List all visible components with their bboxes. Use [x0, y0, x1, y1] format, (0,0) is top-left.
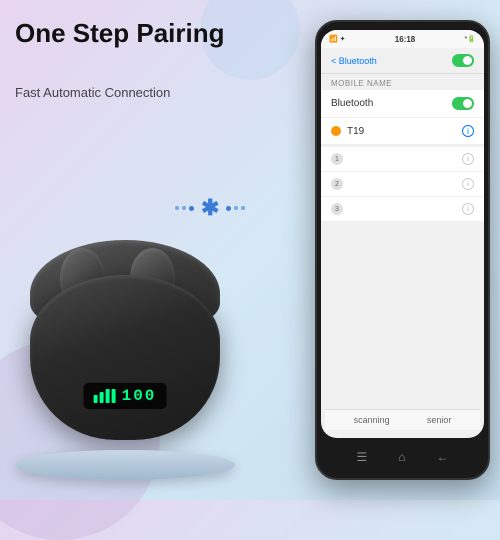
nav-menu-icon[interactable]: ☰ — [356, 450, 367, 464]
other-device-info-2[interactable]: i — [462, 178, 474, 190]
scanning-label: scanning — [354, 415, 390, 425]
signal-icon: 📶 ✦ — [329, 35, 346, 43]
bluetooth-header: < Bluetooth — [321, 48, 484, 74]
dot-2 — [182, 206, 186, 210]
phone-bottom-nav: ☰ ⌂ ← — [321, 442, 484, 472]
battery-percentage: 100 — [122, 387, 157, 405]
status-bar: 📶 ✦ 16:18 *🔋 — [321, 30, 484, 48]
other-device-row-1[interactable]: 1 i — [321, 147, 484, 172]
dot-1 — [175, 206, 179, 210]
display-platform — [15, 450, 235, 480]
dot-5 — [234, 206, 238, 210]
nav-back-icon[interactable]: ← — [436, 450, 448, 464]
device-t19-row[interactable]: T19 i — [321, 118, 484, 145]
phone-mockup: 📶 ✦ 16:18 *🔋 < Bluetooth Mobile Name Blu… — [315, 20, 490, 480]
senior-label: senior — [427, 415, 452, 425]
case-body: 100 — [30, 275, 220, 440]
battery-bar-2 — [100, 392, 104, 403]
left-section: One Step Pairing Fast Automatic Connecti… — [0, 0, 280, 500]
battery-indicator — [94, 389, 116, 403]
other-devices-list: 1 i 2 i 3 i — [321, 147, 484, 222]
other-device-info-1[interactable]: i — [462, 153, 474, 165]
status-time: 16:18 — [395, 35, 415, 44]
subheadline: Fast Automatic Connection — [15, 85, 170, 100]
scanning-bar: scanning senior — [325, 409, 480, 430]
device-t19-indicator — [331, 126, 341, 136]
other-device-row-3[interactable]: 3 i — [321, 197, 484, 222]
earbuds-container: 100 — [20, 240, 240, 440]
other-device-info-3[interactable]: i — [462, 203, 474, 215]
led-display: 100 — [83, 382, 168, 410]
bluetooth-icon: ✱ — [201, 195, 219, 221]
dot-6 — [241, 206, 245, 210]
dot-3 — [189, 206, 194, 211]
headline: One Step Pairing — [15, 18, 245, 49]
battery-bar-3 — [106, 389, 110, 403]
dot-4 — [226, 206, 231, 211]
bluetooth-row[interactable]: Bluetooth — [321, 90, 484, 118]
phone-screen: 📶 ✦ 16:18 *🔋 < Bluetooth Mobile Name Blu… — [321, 30, 484, 438]
other-device-num-3: 3 — [331, 203, 343, 215]
back-button[interactable]: < Bluetooth — [331, 56, 377, 66]
bluetooth-list-toggle[interactable] — [452, 97, 474, 110]
battery-bar-1 — [94, 395, 98, 403]
other-device-num-2: 2 — [331, 178, 343, 190]
device-t19-info-icon[interactable]: i — [462, 125, 474, 137]
mobile-name-label: Mobile Name — [321, 74, 484, 90]
device-t19-name: T19 — [347, 126, 456, 137]
battery-status: *🔋 — [465, 35, 476, 43]
bluetooth-list-label: Bluetooth — [331, 98, 373, 109]
other-device-num-1: 1 — [331, 153, 343, 165]
nav-home-icon[interactable]: ⌂ — [398, 450, 405, 464]
bluetooth-toggle[interactable] — [452, 54, 474, 67]
battery-bar-4 — [112, 389, 116, 403]
other-device-row-2[interactable]: 2 i — [321, 172, 484, 197]
bt-dots-decoration: ✱ — [175, 195, 245, 221]
